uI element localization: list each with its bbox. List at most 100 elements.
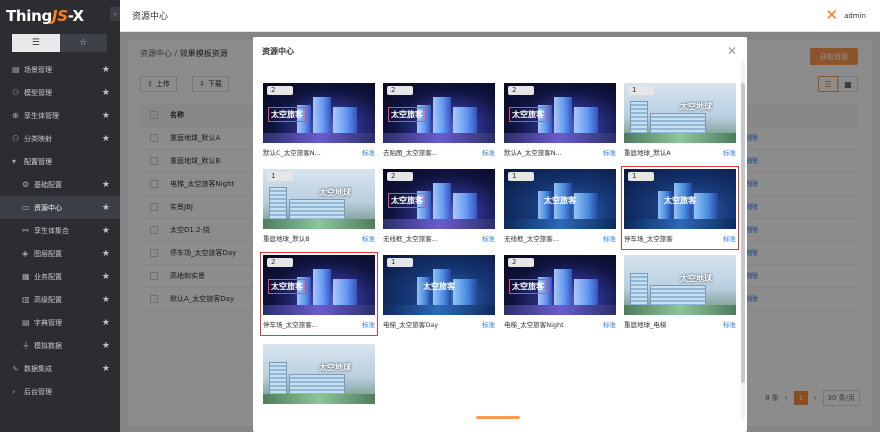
star-icon[interactable]: ★ [102, 249, 110, 259]
card-tag[interactable]: 标准 [603, 233, 616, 243]
card-tag[interactable]: 标准 [482, 147, 495, 157]
sidebar-item-label: 配置管理 [24, 157, 52, 166]
header-title: 资源中心 [132, 12, 169, 22]
star-icon[interactable]: ★ [102, 318, 110, 328]
thumbnail-caption: 太空旅客 [509, 279, 547, 294]
star-icon[interactable]: ★ [102, 295, 110, 305]
sidebar-item[interactable]: ⚙ 基础配置 ★ [0, 173, 120, 196]
collapse-sidebar-icon[interactable]: ‹ [110, 7, 120, 21]
card-tag[interactable]: 标准 [723, 319, 736, 329]
sidebar-item[interactable]: ▥ 高级配置 ★ [0, 288, 120, 311]
sidebar-item[interactable]: ⚇ 分类映射 ★ [0, 127, 120, 150]
ground-plane [263, 219, 375, 229]
sidebar-item-label: 后台管理 [24, 387, 52, 396]
version-badge: 1 [267, 172, 293, 181]
resource-thumbnail[interactable]: 太空旅客 1 [383, 255, 495, 315]
sidebar-item[interactable]: ▤ 场景管理 ★ [0, 58, 120, 81]
sidebar-item[interactable]: ∿ 数据集成 ★ [0, 357, 120, 380]
card-caption: 电梯_太空旅客Day 标准 [383, 315, 495, 333]
sidebar-item[interactable]: ⏚ 模拟数据 ★ [0, 334, 120, 357]
version-badge: 2 [387, 86, 413, 95]
sidebar-item-icon: ▤ [22, 318, 30, 327]
card-name: 电梯_太空旅客Night [504, 321, 564, 329]
resource-card[interactable]: 太空旅客 2 无线框_太空旅客... 标准 [383, 169, 495, 247]
resource-card[interactable]: 太空地球 1 重庭地球_默认B 标准 [263, 169, 375, 247]
list-mode-icon[interactable]: ☰ [12, 34, 60, 52]
thumbnail-caption: 太空旅客 [509, 107, 547, 122]
star-icon[interactable]: ★ [102, 88, 110, 98]
sidebar-item[interactable]: ⚇ 模型管理 ★ [0, 81, 120, 104]
card-tag[interactable]: 标准 [723, 233, 736, 243]
resource-thumbnail[interactable]: 太空地球 [624, 255, 736, 315]
resource-card[interactable]: 太空旅客 1 电梯_太空旅客Day 标准 [383, 255, 495, 333]
sidebar-item[interactable]: ▭ 资源中心 ★ [0, 196, 120, 219]
star-icon[interactable]: ★ [102, 180, 110, 190]
star-icon[interactable]: ★ [102, 364, 110, 374]
sidebar-item-label: 数据集成 [24, 364, 52, 373]
building-shape [313, 97, 331, 137]
card-name: 重庭地球_默认A [624, 149, 671, 157]
resource-card[interactable]: 太空旅客 2 默认A_太空旅客N... 标准 [504, 83, 616, 161]
card-tag[interactable]: 标准 [723, 147, 736, 157]
card-tag[interactable]: 标准 [482, 319, 495, 329]
ground-plane [624, 133, 736, 143]
modal-scrollbar[interactable] [741, 61, 745, 419]
resource-thumbnail[interactable]: 太空旅客 2 [383, 169, 495, 229]
resource-thumbnail[interactable]: 太空旅客 1 [504, 169, 616, 229]
resource-thumbnail[interactable]: 太空旅客 2 [383, 83, 495, 143]
favorites-mode-icon[interactable]: ☆ [59, 34, 107, 52]
resource-card[interactable]: 太空地球 重庭地球_电梯 标准 [624, 255, 736, 333]
scrollbar-thumb[interactable] [741, 83, 745, 383]
resource-thumbnail[interactable]: 太空旅客 2 [263, 83, 375, 143]
building-shape [574, 107, 598, 135]
card-tag[interactable]: 标准 [603, 147, 616, 157]
resource-thumbnail[interactable]: 太空地球 1 [263, 169, 375, 229]
resource-thumbnail[interactable]: 太空旅客 2 [504, 255, 616, 315]
sidebar-item[interactable]: ▾ 配置管理 [0, 150, 120, 173]
building-shape [433, 97, 451, 137]
star-icon[interactable]: ★ [102, 272, 110, 282]
card-tag[interactable]: 标准 [603, 319, 616, 329]
sidebar-item[interactable]: ◈ 图层配置 ★ [0, 242, 120, 265]
resource-thumbnail[interactable]: 太空旅客 2 [263, 255, 375, 315]
star-icon[interactable]: ★ [102, 111, 110, 121]
close-icon[interactable]: ✕ [727, 44, 737, 58]
card-tag[interactable]: 标准 [362, 147, 375, 157]
thumbnail-caption: 太空地球 [319, 188, 351, 197]
star-icon[interactable]: ★ [102, 341, 110, 351]
resource-card[interactable]: 太空旅客 2 去贴图_太空旅客... 标准 [383, 83, 495, 161]
resource-card[interactable]: 太空旅客 2 电梯_太空旅客Night 标准 [504, 255, 616, 333]
card-tag[interactable]: 标准 [362, 233, 375, 243]
sidebar-item-icon: ∿ [12, 364, 19, 373]
sidebar-item-label: 分类映射 [24, 134, 52, 143]
sidebar-item[interactable]: ▦ 业务配置 ★ [0, 265, 120, 288]
resource-thumbnail[interactable]: 太空地球 1 [624, 83, 736, 143]
card-tag[interactable]: 标准 [362, 319, 375, 329]
star-icon[interactable]: ★ [102, 226, 110, 236]
version-badge: 1 [387, 258, 413, 267]
resource-thumbnail[interactable]: 太空旅客 2 [504, 83, 616, 143]
sidebar-item[interactable]: ▤ 字典管理 ★ [0, 311, 120, 334]
resource-card[interactable]: 太空旅客 1 停车场_太空旅客 标准 [621, 166, 739, 250]
resource-card[interactable]: 太空旅客 1 无线框_太空旅客... 标准 [504, 169, 616, 247]
sidebar-item[interactable]: › 后台管理 [0, 380, 120, 403]
resource-card[interactable]: 太空旅客 2 默认C_太空旅客N... 标准 [263, 83, 375, 161]
sidebar-item[interactable]: ⊕ 孪生体管理 ★ [0, 104, 120, 127]
resource-thumbnail[interactable]: 太空地球 [263, 344, 375, 404]
sidebar-item[interactable]: ⚯ 孪生体集合 ★ [0, 219, 120, 242]
star-icon[interactable]: ★ [102, 203, 110, 213]
card-tag[interactable]: 标准 [482, 233, 495, 243]
resource-card[interactable]: 太空地球 1 重庭地球_默认A 标准 [624, 83, 736, 161]
thumbnail-caption: 太空旅客 [544, 196, 576, 205]
sidebar-item-icon: ⚇ [12, 134, 20, 143]
sidebar-item-icon: ⚇ [12, 88, 20, 97]
star-icon[interactable]: ★ [102, 65, 110, 75]
resource-thumbnail[interactable]: 太空旅客 1 [624, 169, 736, 229]
resource-card[interactable]: 太空地球 [263, 344, 375, 422]
app-logo[interactable]: Thing JS -X [0, 0, 120, 32]
card-caption: 无线框_太空旅客... 标准 [504, 229, 616, 247]
resource-card[interactable]: 太空旅客 2 停车场_太空旅客... 标准 [260, 252, 378, 336]
card-caption: 无线框_太空旅客... 标准 [383, 229, 495, 247]
user-menu[interactable]: ✕ admin [825, 8, 866, 23]
star-icon[interactable]: ★ [102, 134, 110, 144]
